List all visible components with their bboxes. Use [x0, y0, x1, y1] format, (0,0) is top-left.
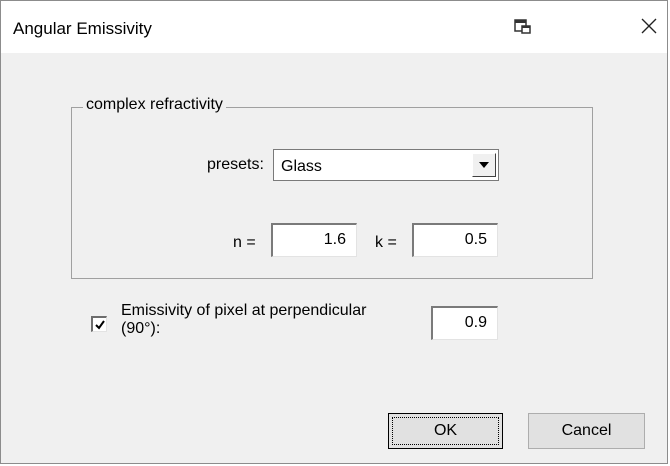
- emissivity-label-line2: (90°):: [121, 320, 161, 337]
- presets-selected-value: Glass: [281, 158, 322, 175]
- chevron-down-icon: [479, 162, 489, 168]
- close-icon[interactable]: [637, 14, 661, 38]
- title-bar: Angular Emissivity: [1, 1, 667, 53]
- dropdown-button[interactable]: [472, 153, 496, 177]
- focus-rectangle: [392, 417, 499, 445]
- window-title: Angular Emissivity: [13, 19, 152, 38]
- presets-dropdown[interactable]: Glass: [273, 149, 499, 181]
- emissivity-label: Emissivity of pixel at perpendicular (90…: [121, 302, 421, 338]
- group-label-complex-refractivity: complex refractivity: [83, 96, 226, 114]
- checkmark-icon: [95, 320, 105, 330]
- cancel-button-label: Cancel: [561, 422, 612, 439]
- n-label: n =: [233, 234, 256, 251]
- emissivity-checkbox[interactable]: [91, 316, 107, 332]
- window-restore-icon[interactable]: [514, 19, 532, 35]
- cancel-button[interactable]: Cancel: [528, 413, 645, 449]
- k-label: k =: [375, 234, 397, 251]
- presets-label: presets:: [207, 156, 264, 173]
- ok-button[interactable]: OK: [388, 413, 503, 449]
- emissivity-input[interactable]: 0.9: [431, 306, 498, 340]
- angular-emissivity-dialog: Angular Emissivity complex refractivity …: [0, 0, 668, 464]
- n-input[interactable]: 1.6: [271, 223, 357, 257]
- k-input[interactable]: 0.5: [412, 223, 498, 257]
- emissivity-label-line1: Emissivity of pixel at perpendicular: [121, 302, 367, 319]
